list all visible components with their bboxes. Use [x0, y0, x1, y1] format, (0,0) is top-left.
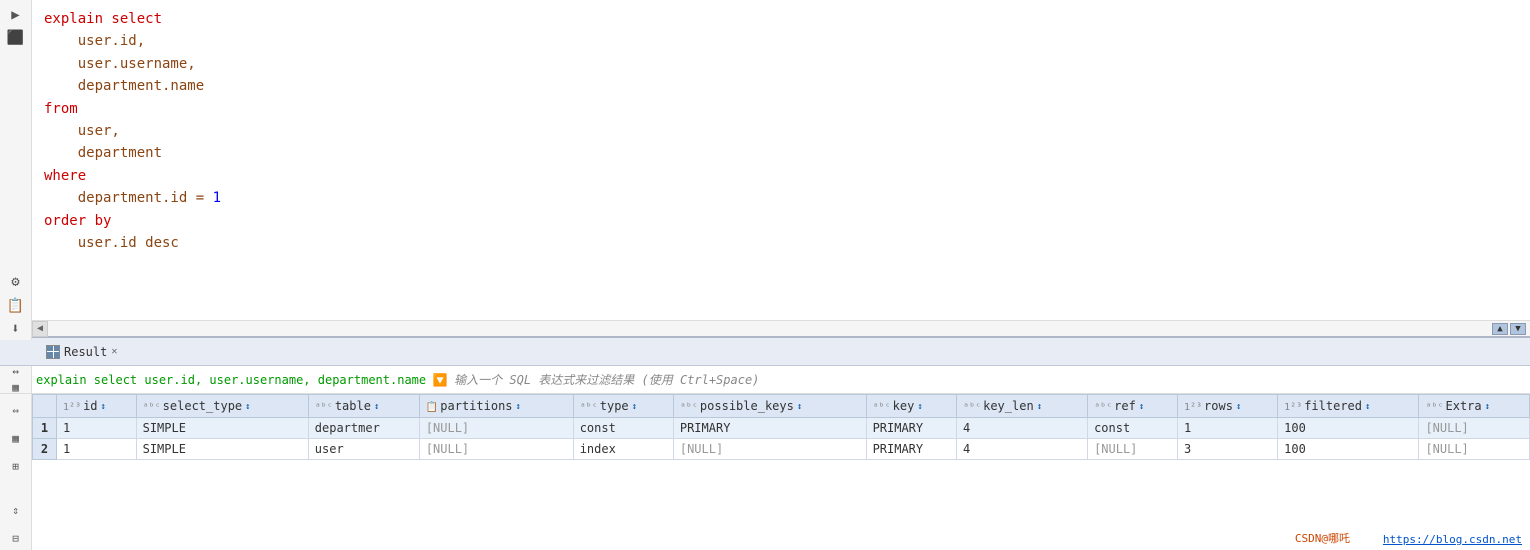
filter-bar: ↔ ▦ explain select user.id, user.usernam…	[0, 366, 1530, 394]
table-row: 21SIMPLEuser[NULL]index[NULL]PRIMARY4[NU…	[33, 439, 1530, 460]
table-cell: PRIMARY	[673, 418, 866, 439]
result-sort-icon[interactable]: ↔	[12, 365, 19, 378]
table-cell: 100	[1278, 439, 1419, 460]
scroll-left-arrow[interactable]: ◀	[32, 321, 48, 337]
watermark-site[interactable]: https://blog.csdn.net	[1383, 533, 1522, 546]
filter-funnel-icon[interactable]: 🔽	[432, 372, 448, 388]
table-cell: [NULL]	[1419, 418, 1530, 439]
table-cell: PRIMARY	[866, 439, 956, 460]
result-tab[interactable]: Result ✕	[46, 345, 117, 359]
result-close-icon[interactable]: ✕	[111, 346, 117, 357]
col-header-type[interactable]: ᵃᵇᶜtype↕	[573, 395, 673, 418]
editor-left-toolbar: ▶ ⬛ ⚙ 📋 ⬇	[0, 0, 32, 340]
result-toolbar-icon-4[interactable]: ⇕	[4, 498, 28, 522]
result-toolbar-icon-1[interactable]: ⇔	[4, 398, 28, 422]
filter-sql-text: explain select user.id, user.username, d…	[36, 373, 426, 387]
col-header-ref[interactable]: ᵃᵇᶜref↕	[1088, 395, 1178, 418]
result-table-container[interactable]: 1²³id↕ ᵃᵇᶜselect_type↕ ᵃᵇᶜtable↕ 📋partit…	[32, 394, 1530, 550]
table-cell: const	[1088, 418, 1178, 439]
table-cell: [NULL]	[673, 439, 866, 460]
editor-scrollbar[interactable]: ◀ ▲ ▼	[32, 320, 1530, 336]
table-cell: 100	[1278, 418, 1419, 439]
result-left-top-icons: ↔ ▦	[0, 366, 32, 393]
table-cell: [NULL]	[419, 418, 573, 439]
toolbar-icon-2[interactable]: ⬛	[4, 28, 28, 50]
col-header-extra[interactable]: ᵃᵇᶜExtra↕	[1419, 395, 1530, 418]
table-cell: [NULL]	[1419, 439, 1530, 460]
result-left-toolbar: ⇔ ▦ ⊞ ⇕ ⊟	[0, 394, 32, 550]
table-header-row: 1²³id↕ ᵃᵇᶜselect_type↕ ᵃᵇᶜtable↕ 📋partit…	[33, 395, 1530, 418]
row-num-cell: 2	[33, 439, 57, 460]
col-header-possible-keys[interactable]: ᵃᵇᶜpossible_keys↕	[673, 395, 866, 418]
result-toolbar-icon-2[interactable]: ▦	[4, 426, 28, 450]
table-cell: SIMPLE	[136, 418, 308, 439]
result-panel: Result ✕ ↔ ▦ explain select user.id, use…	[0, 336, 1530, 550]
toolbar-download-icon[interactable]: ⬇	[4, 318, 28, 340]
table-cell: 3	[1177, 439, 1277, 460]
table-cell: SIMPLE	[136, 439, 308, 460]
result-grid-icon[interactable]: ▦	[12, 381, 19, 394]
col-header-key-len[interactable]: ᵃᵇᶜkey_len↕	[957, 395, 1088, 418]
table-cell: departmer	[308, 418, 419, 439]
col-header-key[interactable]: ᵃᵇᶜkey↕	[866, 395, 956, 418]
result-toolbar-icon-5[interactable]: ⊟	[4, 526, 28, 550]
table-cell: const	[573, 418, 673, 439]
toolbar-settings-icon[interactable]: ⚙	[4, 271, 28, 293]
nav-arrows: ▲ ▼	[1492, 321, 1526, 336]
sql-editor[interactable]: explain select user.id, user.username, d…	[32, 0, 1530, 320]
result-table: 1²³id↕ ᵃᵇᶜselect_type↕ ᵃᵇᶜtable↕ 📋partit…	[32, 394, 1530, 460]
result-tab-label: Result	[64, 345, 107, 359]
table-cell: 1	[1177, 418, 1277, 439]
toolbar-file-icon[interactable]: 📋	[4, 295, 28, 317]
result-tab-icon	[46, 345, 60, 359]
filter-input-area[interactable]: 输入一个 SQL 表达式来过滤结果 (使用 Ctrl+Space)	[454, 371, 1522, 388]
result-body: ⇔ ▦ ⊞ ⇕ ⊟ 1²³id↕ ᵃᵇᶜselect_type↕ ᵃᵇᶜtabl…	[0, 394, 1530, 550]
result-header: Result ✕	[0, 338, 1530, 366]
watermark-author: CSDN@哪吒	[1295, 530, 1350, 546]
col-header-id[interactable]: 1²³id↕	[57, 395, 137, 418]
col-header-filtered[interactable]: 1²³filtered↕	[1278, 395, 1419, 418]
result-toolbar-icon-3[interactable]: ⊞	[4, 454, 28, 478]
table-cell: PRIMARY	[866, 418, 956, 439]
table-row: 11SIMPLEdepartmer[NULL]constPRIMARYPRIMA…	[33, 418, 1530, 439]
table-cell: user	[308, 439, 419, 460]
col-header-rownum	[33, 395, 57, 418]
table-cell: index	[573, 439, 673, 460]
table-cell: 4	[957, 418, 1088, 439]
col-header-select-type[interactable]: ᵃᵇᶜselect_type↕	[136, 395, 308, 418]
table-cell: 4	[957, 439, 1088, 460]
nav-down-arrow[interactable]: ▼	[1510, 323, 1526, 335]
row-num-cell: 1	[33, 418, 57, 439]
filter-placeholder-text: 输入一个 SQL 表达式来过滤结果 (使用 Ctrl+Space)	[454, 371, 759, 388]
col-header-table[interactable]: ᵃᵇᶜtable↕	[308, 395, 419, 418]
nav-up-arrow[interactable]: ▲	[1492, 323, 1508, 335]
scroll-track[interactable]	[48, 321, 1530, 336]
table-cell: 1	[57, 439, 137, 460]
table-cell: 1	[57, 418, 137, 439]
col-header-rows[interactable]: 1²³rows↕	[1177, 395, 1277, 418]
table-cell: [NULL]	[1088, 439, 1178, 460]
col-header-partitions[interactable]: 📋partitions↕	[419, 395, 573, 418]
toolbar-run-icon[interactable]: ▶	[4, 4, 28, 26]
table-cell: [NULL]	[419, 439, 573, 460]
